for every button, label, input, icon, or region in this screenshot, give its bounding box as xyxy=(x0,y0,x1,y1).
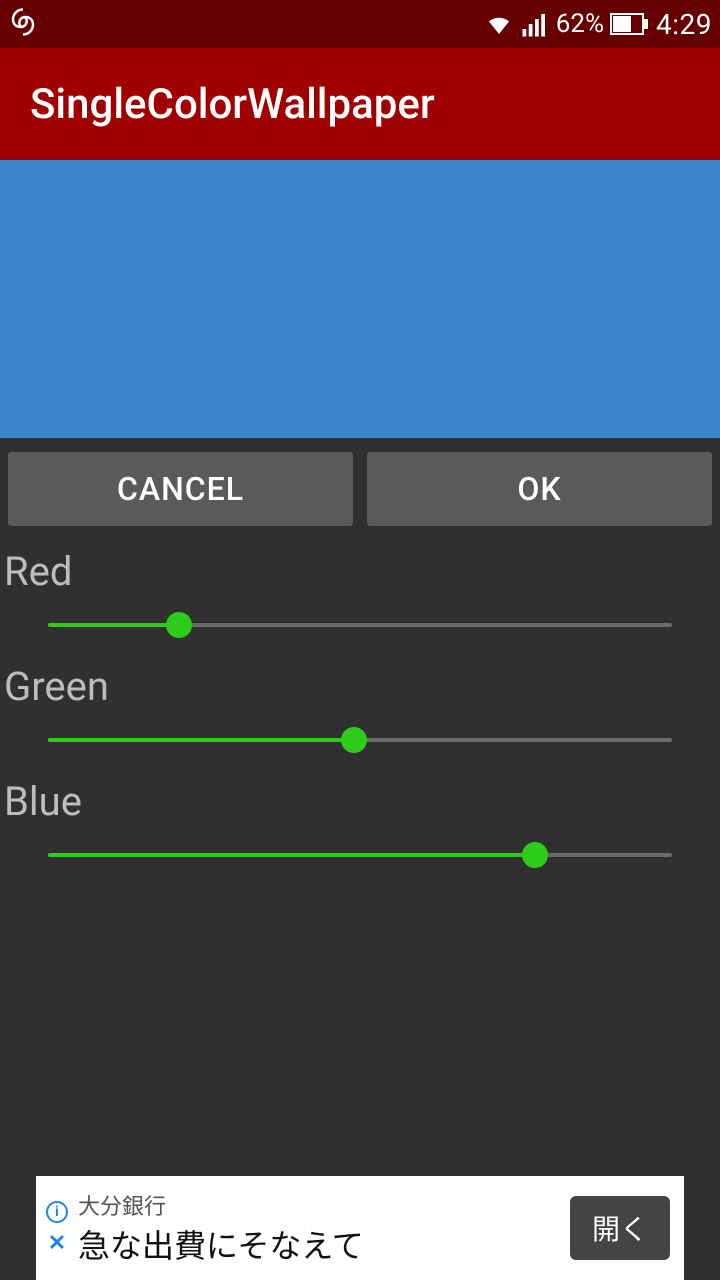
slider-label-blue: Blue xyxy=(0,770,720,831)
slider-panel: Red Green Blue xyxy=(0,540,720,885)
slider-blue[interactable] xyxy=(48,853,672,857)
info-icon[interactable]: i xyxy=(46,1201,68,1223)
wifi-icon xyxy=(484,9,514,39)
slider-fill-red xyxy=(48,623,179,627)
slider-green[interactable] xyxy=(48,738,672,742)
ok-button[interactable]: OK xyxy=(367,452,712,526)
slider-label-red: Red xyxy=(0,540,720,601)
ad-control-icons: i ✕ xyxy=(36,1201,72,1255)
clock: 4:29 xyxy=(656,8,712,41)
ad-banner[interactable]: i ✕ 大分銀行 急な出費にそなえて 開く xyxy=(36,1176,684,1280)
battery-percent: 62% xyxy=(556,9,604,39)
slider-label-green: Green xyxy=(0,655,720,716)
ad-title: 大分銀行 xyxy=(78,1189,570,1221)
slider-group-red: Red xyxy=(0,540,720,655)
spiral-icon xyxy=(8,7,38,41)
slider-group-blue: Blue xyxy=(0,770,720,885)
slider-fill-blue xyxy=(48,853,535,857)
ad-body: 急な出費にそなえて xyxy=(78,1221,570,1267)
color-preview xyxy=(0,160,720,438)
ad-cta-button[interactable]: 開く xyxy=(570,1196,670,1260)
slider-fill-green xyxy=(48,738,354,742)
close-icon[interactable]: ✕ xyxy=(48,1233,66,1255)
signal-icon xyxy=(520,9,550,39)
slider-red[interactable] xyxy=(48,623,672,627)
slider-thumb-blue[interactable] xyxy=(522,842,548,868)
slider-group-green: Green xyxy=(0,655,720,770)
slider-thumb-green[interactable] xyxy=(341,727,367,753)
app-title: SingleColorWallpaper xyxy=(30,80,435,129)
battery-icon xyxy=(610,12,650,36)
ad-text: 大分銀行 急な出費にそなえて xyxy=(72,1189,570,1267)
slider-thumb-red[interactable] xyxy=(166,612,192,638)
button-row: CANCEL OK xyxy=(0,438,720,540)
cancel-button[interactable]: CANCEL xyxy=(8,452,353,526)
app-bar: SingleColorWallpaper xyxy=(0,48,720,160)
status-bar: 62% 4:29 xyxy=(0,0,720,48)
